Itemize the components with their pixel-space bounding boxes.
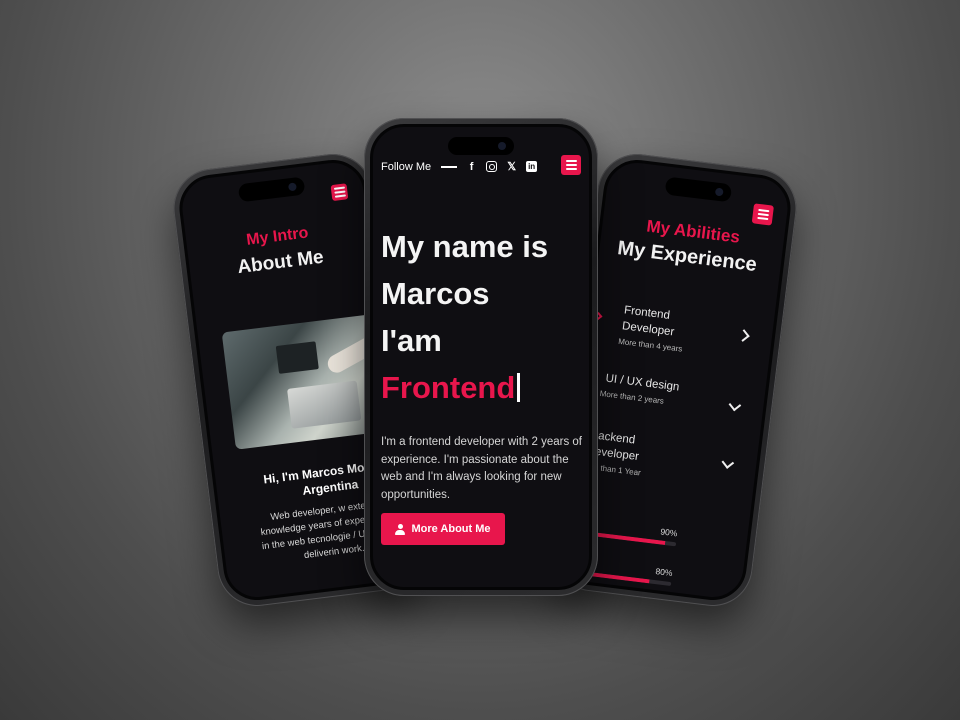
hero-typed-role: Frontend	[381, 370, 516, 405]
user-icon	[395, 523, 406, 535]
dynamic-island	[448, 137, 514, 155]
hero-line: Marcos	[381, 276, 490, 311]
mockup-stage: My Intro About Me Hi, I'm Marcos Morua, …	[0, 0, 960, 720]
hero-line: I'am	[381, 323, 442, 358]
x-icon[interactable]: 𝕏	[505, 160, 518, 173]
skill-name: Backend developer	[587, 429, 640, 464]
skill-duration: ore than 1 Year	[586, 461, 642, 478]
hamburger-menu-icon[interactable]	[330, 183, 349, 202]
hero-line: My name is	[381, 229, 549, 264]
phone-home: Follow Me f 𝕏 in My name is Marcos I'am …	[364, 118, 598, 596]
skill-item-backend[interactable]: Backend developer ore than 1 Year	[586, 427, 740, 489]
social-follow-bar: Follow Me f 𝕏 in	[381, 160, 581, 173]
phone-home-screen: Follow Me f 𝕏 in My name is Marcos I'am …	[370, 124, 592, 590]
dynamic-island	[237, 176, 306, 203]
facebook-icon[interactable]: f	[465, 160, 478, 173]
dynamic-island	[664, 176, 733, 203]
progress-percent: 90%	[659, 526, 678, 539]
cta-label: More About Me	[411, 523, 491, 535]
progress-percent: 80%	[654, 566, 674, 579]
follow-label: Follow Me	[381, 160, 432, 173]
divider	[441, 165, 458, 168]
skill-item-uiux[interactable]: UI / UX design More than 2 years	[595, 370, 747, 416]
linkedin-icon[interactable]: in	[526, 161, 538, 172]
chevron-right-icon[interactable]	[737, 329, 750, 342]
instagram-icon[interactable]	[486, 161, 498, 172]
hero-heading: My name is Marcos I'am Frontend	[381, 223, 581, 411]
skill-item-frontend[interactable]: Frontend Developer More than 4 years	[593, 300, 756, 362]
hamburger-menu-icon[interactable]	[751, 203, 774, 226]
typing-caret	[517, 373, 521, 402]
chevron-down-icon[interactable]	[721, 456, 735, 469]
more-about-me-button[interactable]: More About Me	[381, 513, 505, 545]
hamburger-menu-icon[interactable]	[561, 155, 581, 175]
hero-description: I'm a frontend developer with 2 years of…	[381, 436, 582, 501]
